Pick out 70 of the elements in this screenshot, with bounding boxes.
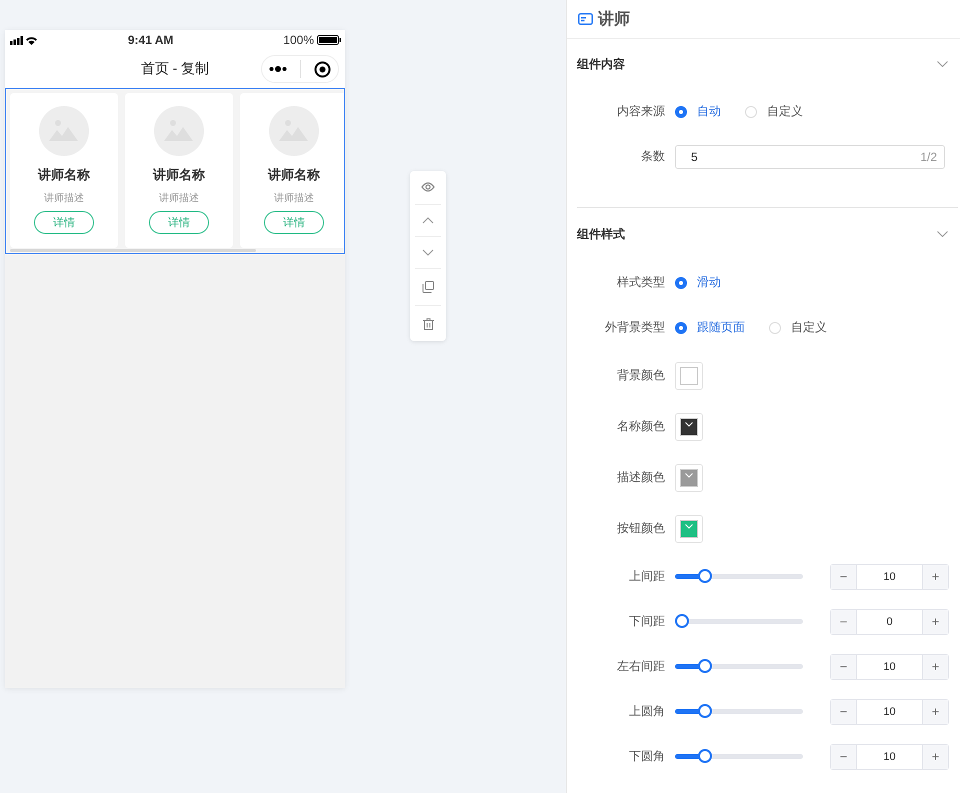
field-label: 名称颜色 <box>616 418 666 435</box>
increment-button[interactable]: + <box>923 654 948 678</box>
slider-thumb[interactable] <box>698 704 712 718</box>
field-label: 样式类型 <box>616 274 666 291</box>
copy-icon[interactable] <box>422 281 434 293</box>
decrement-button[interactable]: − <box>831 700 856 724</box>
count-input[interactable]: 5 1/2 <box>675 144 945 168</box>
field-label: 按钮颜色 <box>616 520 666 537</box>
slider-thumb[interactable] <box>698 659 712 673</box>
field-label: 下圆角 <box>628 748 666 765</box>
radio-button[interactable] <box>675 276 687 288</box>
slider-thumb[interactable] <box>698 749 712 763</box>
slider-thumb[interactable] <box>698 569 712 583</box>
color-picker[interactable] <box>675 362 703 390</box>
more-icon[interactable] <box>268 66 287 72</box>
slider-thumb[interactable] <box>675 614 689 628</box>
battery-level: 100% <box>283 33 314 47</box>
field-label: 左右间距 <box>616 658 666 675</box>
radio-button[interactable] <box>675 322 687 334</box>
field-label: 上圆角 <box>628 703 666 720</box>
page-title: 首页 - 复制 <box>140 60 210 78</box>
radio-option[interactable]: 滑动 <box>675 274 721 291</box>
component-selection[interactable]: 讲师名称 讲师描述 详情 讲师名称 讲师描述 详情 讲师名称 讲师描述 详情 <box>5 88 345 254</box>
field-label: 外背景类型 <box>604 319 666 336</box>
section-title: 组件内容 <box>577 56 625 72</box>
radio-option[interactable]: 自定义 <box>745 103 803 120</box>
signal-icon <box>10 36 38 44</box>
teacher-name: 讲师名称 <box>268 166 320 184</box>
delete-icon[interactable] <box>422 318 434 330</box>
increment-button[interactable]: + <box>923 610 948 634</box>
radio-option[interactable]: 自动 <box>675 103 721 120</box>
field-label: 上间距 <box>628 568 666 585</box>
field-label: 描述颜色 <box>616 469 666 486</box>
move-up-icon[interactable] <box>422 217 434 224</box>
field-label: 下间距 <box>628 613 666 630</box>
increment-button[interactable]: + <box>923 564 948 588</box>
panel-title: 讲师 <box>598 10 630 30</box>
details-button[interactable]: 详情 <box>149 211 209 234</box>
move-down-icon[interactable] <box>422 249 434 256</box>
status-time: 9:41 AM <box>128 33 174 47</box>
radio-option[interactable]: 跟随页面 <box>675 319 745 336</box>
radio-button[interactable] <box>675 106 687 118</box>
battery-icon <box>317 35 341 45</box>
details-button[interactable]: 详情 <box>264 211 324 234</box>
teacher-description: 讲师描述 <box>274 192 314 205</box>
color-picker[interactable] <box>675 464 703 492</box>
teacher-name: 讲师名称 <box>38 166 90 184</box>
increment-button[interactable]: + <box>923 700 948 724</box>
eye-icon[interactable] <box>421 182 435 192</box>
color-picker[interactable] <box>675 514 703 542</box>
close-target-icon[interactable] <box>314 60 332 78</box>
field-label: 内容来源 <box>616 103 666 120</box>
image-placeholder-icon <box>154 106 204 156</box>
field-label: 条数 <box>640 148 666 165</box>
teacher-description: 讲师描述 <box>44 192 84 205</box>
teacher-name: 讲师名称 <box>153 166 205 184</box>
section-title: 组件样式 <box>577 226 625 242</box>
color-picker[interactable] <box>675 412 703 440</box>
image-placeholder-icon <box>269 106 319 156</box>
teacher-description: 讲师描述 <box>159 192 199 205</box>
field-label: 背景颜色 <box>616 367 666 384</box>
details-button[interactable]: 详情 <box>34 211 94 234</box>
card-icon <box>578 13 593 25</box>
decrement-button[interactable]: − <box>831 654 856 678</box>
decrement-button[interactable]: − <box>831 564 856 588</box>
radio-option[interactable]: 自定义 <box>769 319 827 336</box>
increment-button[interactable]: + <box>923 744 948 768</box>
image-placeholder-icon <box>39 106 89 156</box>
decrement-button[interactable]: − <box>831 744 856 768</box>
capsule-menu[interactable] <box>261 55 339 83</box>
